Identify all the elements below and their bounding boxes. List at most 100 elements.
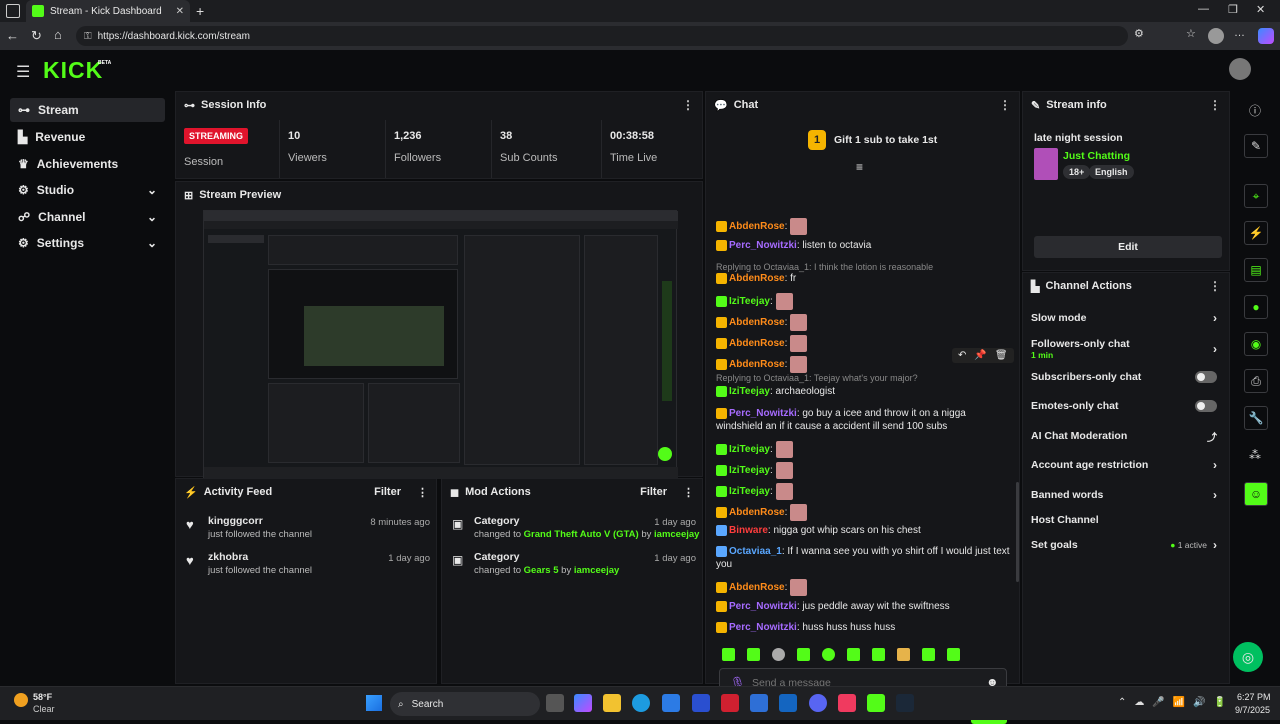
chat-message[interactable]: Octaviaa_1: If I wanna see you with yo s… [716,545,1011,571]
chat-bubble-icon[interactable]: ● [1244,295,1268,319]
music-icon[interactable] [838,694,856,712]
new-tab-icon[interactable]: + [196,3,204,19]
emote-icon[interactable] [772,648,785,661]
app-l-icon[interactable] [692,694,710,712]
follower-name[interactable]: kingggcorr [208,515,263,527]
kick-taskbar-icon[interactable] [867,694,885,712]
copilot-icon[interactable] [1258,28,1274,44]
reply-icon[interactable]: ↶ [958,350,966,361]
pinned-toggle-icon[interactable]: ≡ [856,160,863,174]
chat-username[interactable]: AbdenRose [729,338,785,349]
game-link[interactable]: Grand Theft Auto V (GTA) [524,529,639,540]
edge-icon[interactable] [632,694,650,712]
followers-only-row[interactable]: Followers-only chat 1 min › [1031,335,1217,363]
user-avatar[interactable] [1229,58,1251,80]
emote-icon[interactable] [822,648,835,661]
chat-scrollbar[interactable] [1016,482,1019,582]
emote-icon[interactable] [797,648,810,661]
edit-stream-icon[interactable]: ✎ [1244,134,1268,158]
set-goals-row[interactable]: Set goals ● 1 active › [1031,534,1217,556]
more-options-icon[interactable]: ⋮ [682,98,694,112]
kick-logo[interactable]: KICK [43,57,103,84]
discord-icon[interactable] [809,694,827,712]
sidebar-item-studio[interactable]: ⚙ Studio ⌄ [10,178,165,202]
chat-message[interactable]: AbdenRose: [716,218,1011,235]
chat-username[interactable]: Octaviaa_1 [729,546,782,557]
browser-tab[interactable]: Stream - Kick Dashboard ✕ [26,0,190,22]
chat-message[interactable]: Perc_Nowitzki: go buy a icee and throw i… [716,407,1011,433]
profile-avatar[interactable] [1208,28,1224,44]
minimize-icon[interactable]: — [1198,3,1209,15]
more-options-icon[interactable]: ⋮ [1209,279,1221,293]
sidebar-item-stream[interactable]: ⊶ Stream [10,98,165,122]
chat-message[interactable]: AbdenRose: [716,579,1011,596]
chat-username[interactable]: IziTeejay [729,465,770,476]
chat-username[interactable]: Perc_Nowitzki [729,622,797,633]
maximize-icon[interactable]: ❐ [1228,3,1238,16]
photoshop-icon[interactable] [750,694,768,712]
edit-button[interactable]: Edit [1034,236,1222,258]
url-field[interactable]: ⚿ https://dashboard.kick.com/stream [76,26,1128,46]
close-window-icon[interactable]: ✕ [1256,3,1265,16]
filter-button[interactable]: Filter [640,486,667,498]
chat-message[interactable]: IziTeejay: [716,293,1011,310]
windows-start-icon[interactable] [366,695,382,711]
sidebar-item-revenue[interactable]: ▙ Revenue [10,125,165,149]
apps-icon[interactable]: ⁂ [1249,448,1261,462]
game-link[interactable]: Gears 5 [524,565,559,576]
tray-icons[interactable]: ⌃☁🎤📶🔊🔋 [1118,697,1234,708]
delete-icon[interactable]: 🗑 [995,350,1008,361]
pin-icon[interactable]: 📌 [974,350,986,361]
chat-username[interactable]: IziTeejay [729,296,770,307]
chat-username[interactable]: Perc_Nowitzki [729,408,797,419]
category-name[interactable]: Just Chatting [1063,150,1130,162]
emotes-only-toggle[interactable] [1195,400,1217,412]
chat-message[interactable]: Perc_Nowitzki: listen to octavia [716,239,1011,252]
slow-mode-row[interactable]: Slow mode › [1031,307,1217,329]
chat-username[interactable]: AbdenRose [729,507,785,518]
banned-words-row[interactable]: Banned words › [1031,484,1217,506]
more-icon[interactable]: … [1234,27,1245,39]
chat-username[interactable]: AbdenRose [729,221,785,232]
shield-app-icon[interactable] [721,694,739,712]
window-menu-icon[interactable] [6,4,20,18]
chat-username[interactable]: Perc_Nowitzki [729,240,797,251]
help-support-icon[interactable]: ◎ [1233,642,1263,672]
subscribers-only-toggle[interactable] [1195,371,1217,383]
chat-username[interactable]: Perc_Nowitzki [729,601,797,612]
extensions-icon[interactable]: ⚙ [1134,27,1144,40]
site-info-icon[interactable]: ⚿ [84,31,92,42]
emote-icon[interactable] [847,648,860,661]
chat-username[interactable]: AbdenRose [729,359,785,370]
user-link[interactable]: iamceejay [654,529,699,540]
screenshot-icon[interactable]: ⌖ [1244,184,1268,208]
sidebar-item-channel[interactable]: ☍ Channel ⌄ [10,205,165,229]
copilot-taskbar-icon[interactable] [574,694,592,712]
host-channel-row[interactable]: Host Channel [1031,509,1217,531]
close-tab-icon[interactable]: ✕ [176,6,184,17]
chat-message[interactable]: IziTeejay: archaeologist [716,385,1011,398]
filter-button[interactable]: Filter [374,486,401,498]
refresh-icon[interactable]: ↻ [31,28,42,44]
taskbar-search[interactable]: ⌕ Search [390,692,540,716]
collections-icon[interactable]: ☆ [1186,27,1196,40]
info-icon[interactable]: ⓘ [1249,102,1261,119]
chat-message[interactable]: IziTeejay: [716,462,1011,479]
more-options-icon[interactable]: ⋮ [683,486,694,499]
printer-icon[interactable]: ⎙ [1244,369,1268,393]
chat-message[interactable]: Perc_Nowitzki: huss huss huss huss [716,621,1011,634]
file-explorer-icon[interactable] [603,694,621,712]
outlook-icon[interactable] [779,694,797,712]
reply-context[interactable]: Replying to Octaviaa_1: Teejay what's yo… [716,372,1011,385]
home-icon[interactable]: ⌂ [54,27,62,42]
follower-name[interactable]: zkhobra [208,551,248,563]
chat-username[interactable]: IziTeejay [729,444,770,455]
gift-sub-banner[interactable]: 1 Gift 1 sub to take 1st [808,130,937,150]
more-options-icon[interactable]: ⋮ [999,98,1011,112]
chat-message[interactable]: Binware: nigga got whip scars on his che… [716,524,1011,537]
emote-icon[interactable] [872,648,885,661]
sidebar-item-settings[interactable]: ⚙ Settings ⌄ [10,231,165,255]
emote-icon[interactable] [747,648,760,661]
avatar-app-icon[interactable]: ☺ [1244,482,1268,506]
chat-username[interactable]: AbdenRose [729,273,785,284]
